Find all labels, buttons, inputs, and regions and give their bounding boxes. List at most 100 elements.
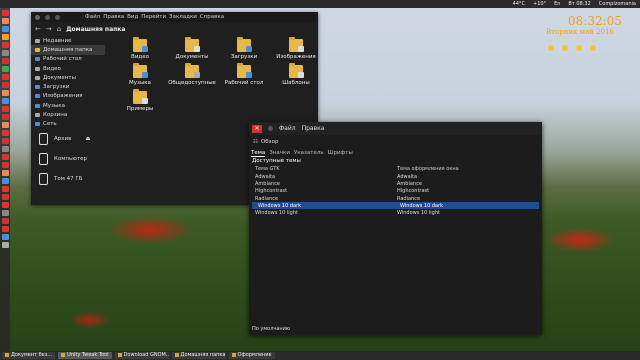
launcher-app-icon[interactable] — [1, 42, 9, 48]
launcher-app-icon[interactable] — [1, 202, 9, 208]
theme-row[interactable]: Windows 10 light Windows 10 light — [249, 209, 542, 216]
taskbar-item[interactable]: Домашняя папка — [171, 352, 226, 359]
taskbar-item[interactable]: Оформление — [228, 352, 275, 359]
launcher-app-icon[interactable] — [1, 194, 9, 200]
device-item[interactable]: Том 47 ГБ — [31, 169, 105, 189]
forward-icon[interactable]: → — [46, 25, 52, 33]
launcher-app-icon[interactable] — [1, 18, 9, 24]
tab-cursor[interactable]: Указатель — [294, 150, 324, 156]
device-item[interactable]: Архив ⏏ — [31, 129, 105, 149]
launcher-app-icon[interactable] — [1, 154, 9, 160]
app-icon — [174, 352, 179, 357]
column-gtk-theme[interactable]: Тема GTK — [249, 166, 391, 172]
eject-icon[interactable]: ⏏ — [85, 136, 90, 142]
sidebar-item[interactable]: Видео — [31, 64, 105, 73]
menu-item[interactable]: Справка — [200, 14, 224, 20]
theme-list: Adwaita Adwaita Ambiance Ambiance Highcontra… — [249, 173, 542, 217]
tab-fonts[interactable]: Шрифты — [328, 150, 353, 156]
tab-icons[interactable]: Значки — [269, 150, 290, 156]
column-window-theme[interactable]: Тема оформления окна — [391, 166, 533, 172]
launcher-app-icon[interactable] — [1, 82, 9, 88]
sidebar-item[interactable]: Сеть — [31, 120, 105, 129]
launcher-app-icon[interactable] — [1, 58, 9, 64]
sidebar-item[interactable]: Загрузки — [31, 82, 105, 91]
launcher-app-icon[interactable] — [1, 210, 9, 216]
folder-item[interactable]: Видео — [115, 37, 165, 60]
menu-item[interactable]: Закладки — [169, 14, 197, 20]
folder-item[interactable]: Шаблоны — [271, 63, 321, 86]
sidebar-item[interactable]: Недавние — [31, 36, 105, 45]
launcher-app-icon[interactable] — [1, 226, 9, 232]
launcher-app-icon[interactable] — [1, 10, 9, 16]
folder-item[interactable]: Рабочий стол — [219, 63, 269, 86]
launcher-app-icon[interactable] — [1, 50, 9, 56]
folder-icon — [237, 37, 252, 52]
launcher-app-icon[interactable] — [1, 218, 9, 224]
cpu-temp-indicator[interactable]: 44°C — [513, 1, 525, 7]
close-button[interactable] — [35, 14, 40, 20]
menu-edit[interactable]: Правка — [302, 125, 325, 132]
taskbar-item[interactable]: Документ без... — [2, 352, 56, 359]
launcher-app-icon[interactable] — [1, 106, 9, 112]
launcher-app-icon[interactable] — [1, 90, 9, 96]
minimize-button[interactable] — [268, 126, 273, 131]
launcher-app-icon[interactable] — [1, 242, 9, 248]
sidebar-item[interactable]: Домашняя папка — [31, 45, 105, 55]
launcher-app-icon[interactable] — [1, 74, 9, 80]
launcher-app-icon[interactable] — [1, 178, 9, 184]
back-icon[interactable]: ← — [35, 25, 41, 33]
menu-item[interactable]: Перейти — [141, 14, 166, 20]
menu-item[interactable]: Файл — [85, 14, 100, 20]
close-button[interactable]: ✕ — [252, 124, 262, 133]
sidebar-item[interactable]: Музыка — [31, 101, 105, 110]
menu-item[interactable]: Вид — [127, 14, 138, 20]
folder-item[interactable]: Документы — [167, 37, 217, 60]
launcher-app-icon[interactable] — [1, 138, 9, 144]
launcher-app-icon[interactable] — [1, 66, 9, 72]
launcher-app-icon[interactable] — [1, 98, 9, 104]
folder-item[interactable]: Музыка — [115, 63, 165, 86]
sidebar-item-label: Изображения — [43, 93, 83, 100]
minimize-button[interactable] — [45, 14, 50, 20]
launcher-app-icon[interactable] — [1, 114, 9, 120]
folder-item[interactable]: Загрузки — [219, 37, 269, 60]
folder-item[interactable]: Общедоступные — [167, 63, 217, 86]
theme-row[interactable]: Radiance Radiance — [249, 195, 542, 202]
launcher-app-icon[interactable] — [1, 122, 9, 128]
launcher-app-icon[interactable] — [1, 170, 9, 176]
launcher-app-icon[interactable] — [1, 130, 9, 136]
theme-row[interactable]: Windows 10 dark Windows 10 dark — [252, 202, 539, 210]
launcher-app-icon[interactable] — [1, 26, 9, 32]
theme-table-header: Тема GTK Тема оформления окна — [249, 165, 542, 173]
launcher-app-icon[interactable] — [1, 234, 9, 240]
keyboard-layout-indicator[interactable]: En — [554, 1, 560, 7]
menu-item[interactable]: Правка — [103, 14, 124, 20]
launcher-app-icon[interactable] — [1, 146, 9, 152]
launcher-app-icon[interactable] — [1, 162, 9, 168]
sidebar-item[interactable]: Документы — [31, 73, 105, 82]
maximize-button[interactable] — [55, 14, 60, 20]
clock-indicator[interactable]: Вт 08:32 — [568, 1, 590, 7]
taskbar-item[interactable]: Download GNOM... — [114, 352, 169, 359]
weather-indicator[interactable]: +10° — [533, 1, 546, 7]
device-item[interactable]: Компьютер — [31, 149, 105, 169]
tab-theme[interactable]: Тема — [251, 150, 266, 157]
folder-item[interactable]: Примеры — [115, 89, 165, 112]
path-bar-current[interactable]: Домашняя папка — [66, 26, 125, 33]
launcher — [0, 8, 10, 352]
folder-item[interactable]: Изображения — [271, 37, 321, 60]
menu-file[interactable]: Файл — [279, 125, 296, 132]
restore-defaults-button[interactable]: По умолчанию — [252, 326, 290, 332]
sun-icon — [548, 45, 554, 51]
theme-row[interactable]: Highcontrast Highcontrast — [249, 188, 542, 195]
user-menu[interactable]: Compizomania — [599, 1, 636, 7]
theme-row[interactable]: Ambiance Ambiance — [249, 180, 542, 187]
theme-row[interactable]: Adwaita Adwaita — [249, 173, 542, 180]
taskbar-item[interactable]: Unity Tweak Tool — [58, 352, 112, 359]
sidebar-item[interactable]: Корзина — [31, 110, 105, 119]
sidebar-item[interactable]: Рабочий стол — [31, 55, 105, 64]
launcher-app-icon[interactable] — [1, 186, 9, 192]
overview-button[interactable]: ☷ Обзор — [249, 135, 542, 149]
launcher-app-icon[interactable] — [1, 34, 9, 40]
sidebar-item[interactable]: Изображения — [31, 92, 105, 101]
